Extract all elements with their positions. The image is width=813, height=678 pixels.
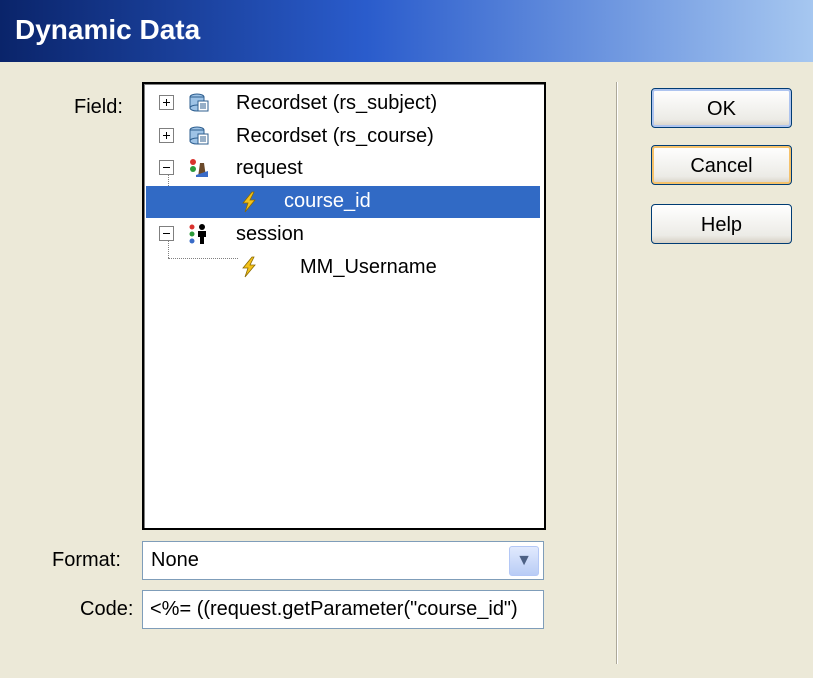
tree-item-rs-course[interactable]: Recordset (rs_course) [236,125,434,148]
format-label: Format: [52,549,121,571]
tree-item-label: course_id [284,190,371,212]
chevron-down-icon[interactable]: ▼ [509,546,539,576]
expand-icon[interactable] [159,95,174,110]
ok-button[interactable]: OK [651,88,792,128]
window-title: Dynamic Data [15,14,201,45]
code-value: <%= ((request.getParameter("course_id") [150,598,518,620]
help-label: Help [700,214,743,236]
field-tree[interactable]: Recordset (rs_subject) Recordset (rs_cou… [142,82,546,530]
code-input[interactable]: <%= ((request.getParameter("course_id") [142,590,544,629]
collapse-icon[interactable] [159,160,174,175]
recordset-icon [189,126,209,145]
collapse-icon[interactable] [159,226,174,241]
tree-item-mm-username[interactable]: MM_Username [300,256,437,279]
recordset-icon [189,93,209,112]
request-icon [190,159,208,177]
cancel-button[interactable]: Cancel [651,145,792,185]
format-value: None [151,549,199,571]
divider [616,82,618,664]
format-select[interactable]: None ▼ [142,541,544,580]
field-label: Field: [74,96,123,118]
lightning-icon [242,256,256,278]
tree-item-session[interactable]: session [236,223,304,246]
code-label: Code: [80,598,134,620]
help-button[interactable]: Help [651,204,792,244]
tree-item-request[interactable]: request [236,157,303,180]
title-bar[interactable]: Dynamic Data [0,0,813,62]
expand-icon[interactable] [159,128,174,143]
tree-item-rs-subject[interactable]: Recordset (rs_subject) [236,92,437,115]
lightning-icon [242,191,256,213]
session-icon [189,224,206,244]
tree-item-course-id[interactable]: course_id [146,186,540,218]
